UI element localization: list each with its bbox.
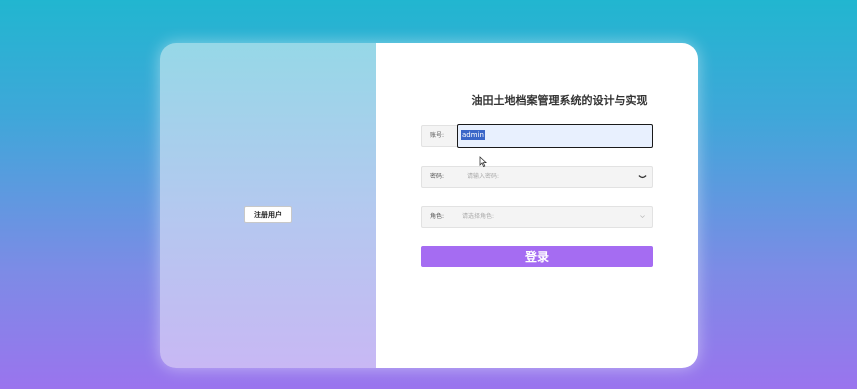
password-label: 密码:	[430, 173, 445, 180]
page-title: 油田土地档案管理系统的设计与实现	[471, 94, 648, 107]
register-button[interactable]: 注册用户	[244, 206, 292, 223]
account-input-value: admin	[461, 130, 485, 140]
account-label: 账号:	[430, 132, 445, 139]
login-button[interactable]: 登录	[421, 246, 653, 267]
role-select-placeholder: 请选择角色:	[462, 213, 495, 220]
eye-icon[interactable]	[638, 172, 647, 181]
account-input[interactable]: admin	[457, 124, 653, 148]
chevron-down-icon[interactable]	[639, 213, 646, 220]
left-panel: 注册用户	[160, 43, 376, 368]
cursor-icon	[479, 156, 488, 168]
account-field: 账号: admin	[421, 124, 653, 148]
password-input[interactable]: 请输入密码:	[467, 167, 499, 187]
login-card: 注册用户 油田土地档案管理系统的设计与实现 账号: admin 密码: 请输入密…	[160, 43, 698, 368]
role-select[interactable]: 角色: 请选择角色:	[421, 206, 653, 228]
password-field[interactable]: 密码: 请输入密码:	[421, 166, 653, 188]
login-form-panel: 油田土地档案管理系统的设计与实现 账号: admin 密码: 请输入密码: 角色…	[376, 43, 698, 368]
role-label: 角色:	[430, 213, 445, 220]
